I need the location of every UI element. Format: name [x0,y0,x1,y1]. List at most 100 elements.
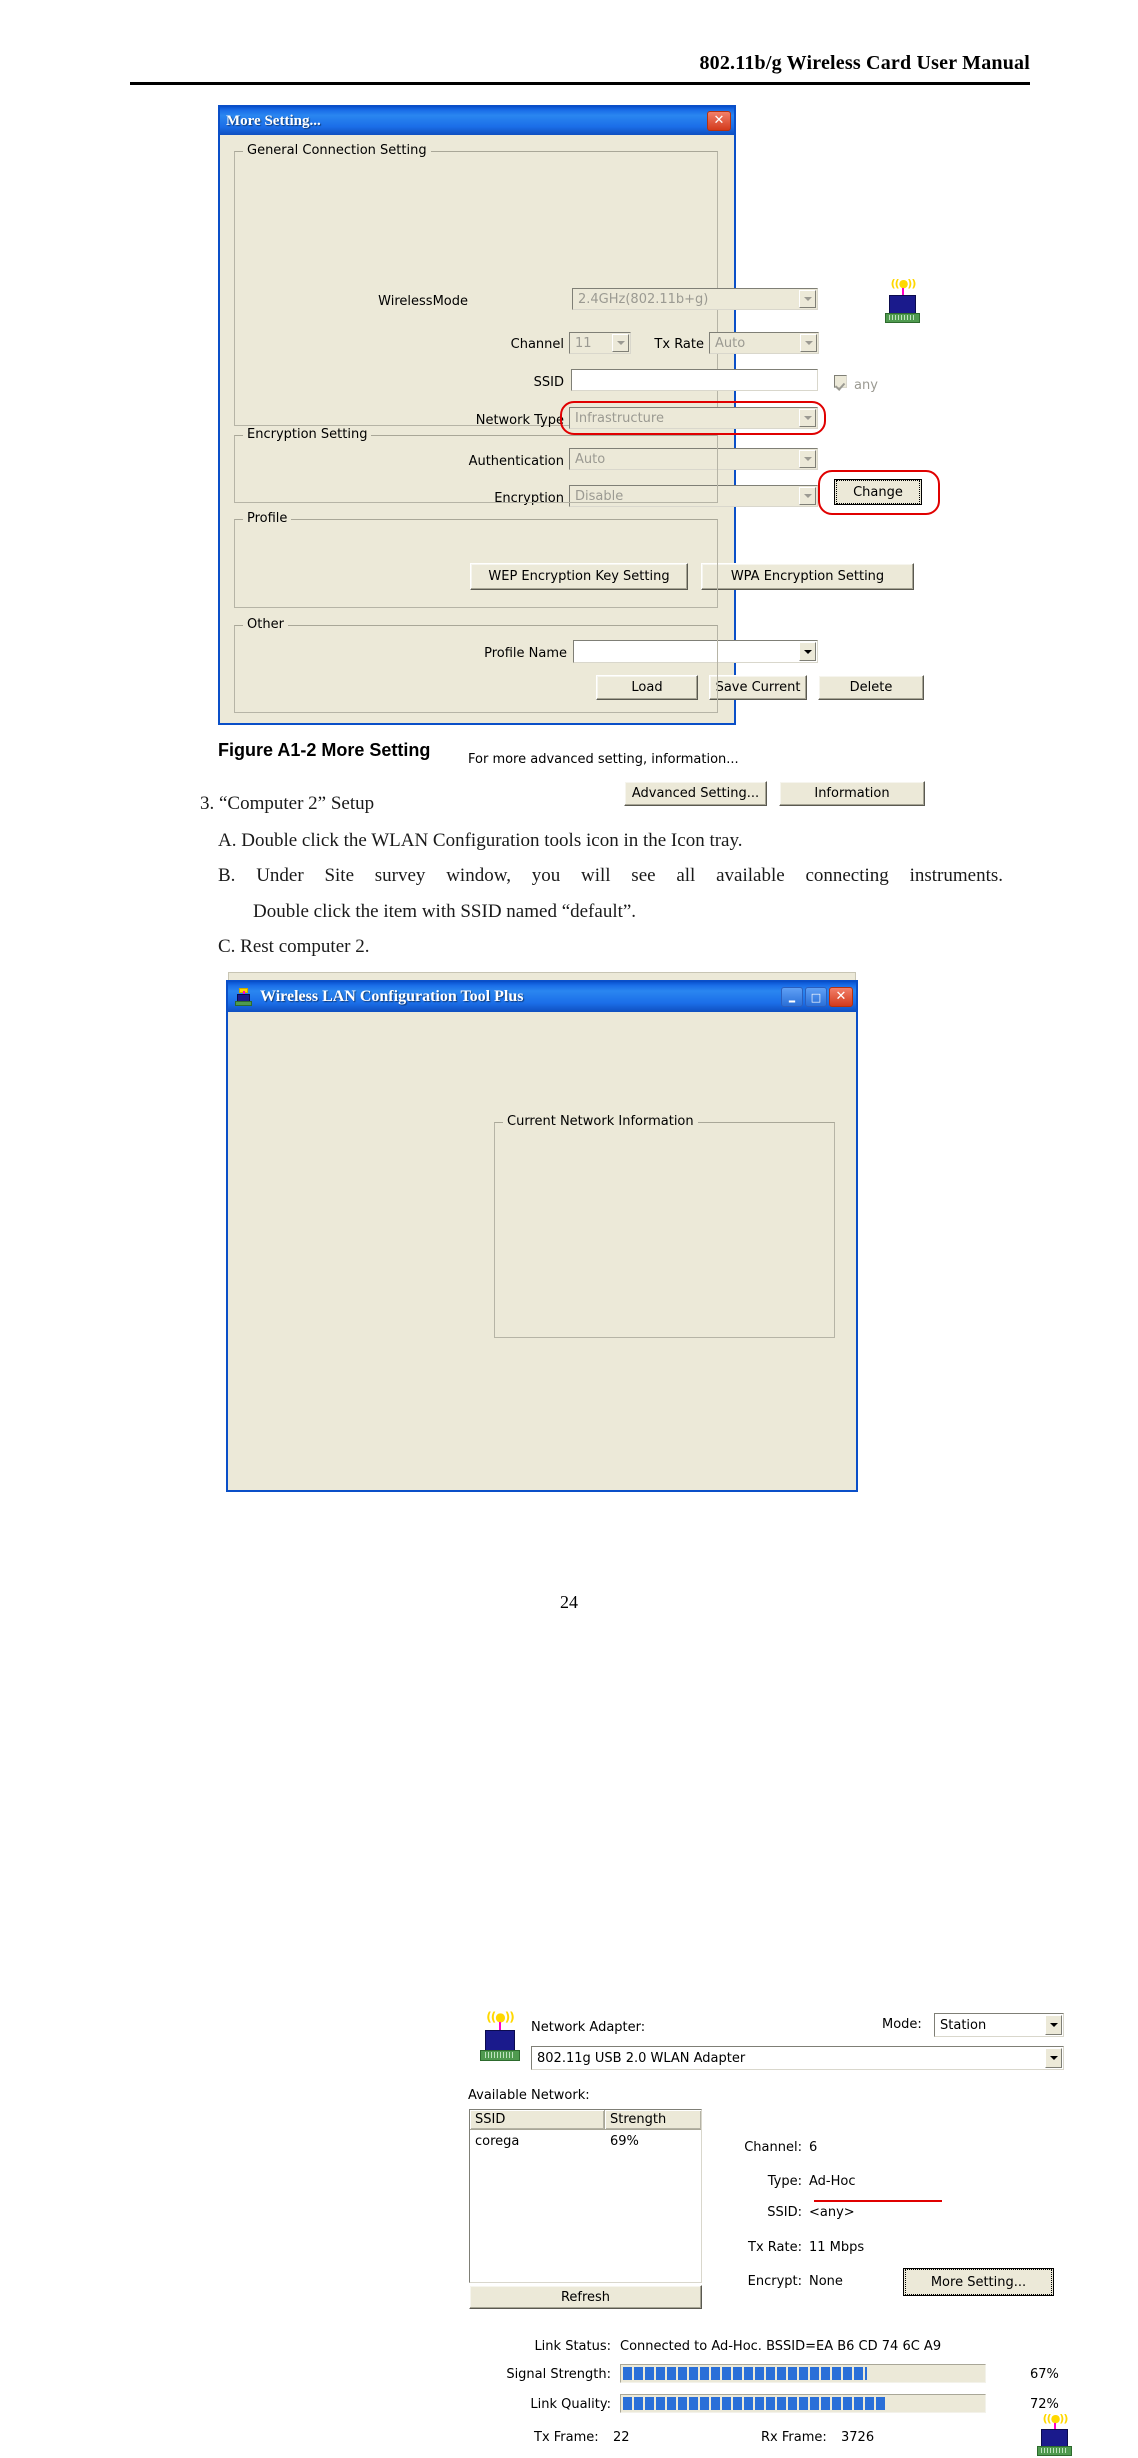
link-status-label: Link Status: [534,2339,611,2354]
other-description: For more advanced setting, information..… [468,752,739,767]
channel-value: 6 [809,2140,818,2155]
chevron-down-icon[interactable] [799,487,816,505]
page-header-rule [130,82,1030,85]
change-button-label: Change [836,480,920,504]
encryption-setting-legend: Encryption Setting [243,427,372,442]
link-status-value: Connected to Ad-Hoc. BSSID=EA B6 CD 74 6… [620,2339,942,2354]
chevron-down-icon[interactable] [799,642,816,661]
ssid-label: SSID [533,375,564,390]
wlan-tool-title: Wireless LAN Configuration Tool Plus [260,988,524,1005]
wireless-mode-value: 2.4GHz(802.11b+g) [572,288,818,310]
signal-strength-value: 67% [1030,2367,1059,2382]
signal-strength-bar [620,2364,986,2383]
change-button[interactable]: Change [834,479,922,505]
channel-label: Channel: [744,2140,802,2155]
chevron-down-icon[interactable] [1045,2048,1062,2068]
cell-strength: 69% [610,2133,639,2149]
refresh-button[interactable]: Refresh [469,2285,702,2309]
mode-label: Mode: [882,2017,922,2032]
current-network-information-legend: Current Network Information [503,1114,698,1129]
link-quality-value: 72% [1030,2397,1059,2412]
network-type-select[interactable]: Infrastructure [569,407,818,429]
chevron-down-icon[interactable] [799,409,816,427]
tx-rate-select[interactable]: Auto [709,332,819,354]
maximize-icon[interactable]: □ [805,987,827,1007]
wpa-encryption-setting-button[interactable]: WPA Encryption Setting [701,563,914,590]
rx-frame-value: 3726 [841,2430,875,2445]
close-icon[interactable]: ✕ [829,987,853,1007]
tx-rate-label: Tx Rate [654,337,704,352]
page-number: 24 [560,1592,578,1612]
tx-frame-label: Tx Frame: [534,2430,599,2445]
network-type-label: Network Type [475,413,564,428]
delete-button[interactable]: Delete [818,675,924,700]
instruction-step-a: A. Double click the WLAN Configuration t… [218,830,743,851]
save-current-button[interactable]: Save Current [709,675,807,700]
wireless-laptop-icon: ((●)) [476,2011,524,2062]
other-group: Other [234,617,718,713]
figure-caption: Figure A1-2 More Setting [218,740,431,760]
chevron-down-icon[interactable] [799,290,816,308]
type-label: Type: [767,2174,802,2189]
instruction-step-3: 3. “Computer 2” Setup [200,793,375,814]
wireless-mode-label: WirelessMode [378,294,468,309]
instruction-step-b-line1: B. Under Site survey window, you will se… [218,865,1003,886]
chevron-down-icon[interactable] [800,334,817,352]
column-header-ssid[interactable]: SSID [470,2110,605,2129]
network-type-value: Infrastructure [569,407,818,429]
cell-ssid: corega [475,2133,520,2149]
wlan-tool-titlebar[interactable]: Wireless LAN Configuration Tool Plus – □… [228,982,856,1012]
available-network-list[interactable]: SSID Strength corega 69% [469,2109,702,2283]
page-header-title: 802.11b/g Wireless Card User Manual [699,52,1030,74]
more-setting-button[interactable]: More Setting... [903,2268,1054,2296]
network-adapter-label: Network Adapter: [531,2020,646,2035]
chevron-down-icon[interactable] [799,450,816,468]
wlan-tool-app-icon [234,987,253,1007]
ssid-highlight-line [814,2200,942,2202]
advanced-setting-button[interactable]: Advanced Setting... [624,781,767,806]
encryption-setting-group: Encryption Setting [234,427,718,503]
channel-select[interactable]: 11 [569,332,631,354]
mode-select[interactable]: Station [934,2013,1064,2037]
tx-frame-value: 22 [613,2430,630,2445]
any-checkbox[interactable] [834,375,847,388]
wlan-config-tool-dialog: Wireless LAN Configuration Tool Plus – □… [226,980,1072,2456]
table-row[interactable]: corega 69% [470,2130,701,2152]
more-setting-dialog: More Setting... ✕ General Connection Set… [218,105,940,806]
profile-legend: Profile [243,511,292,526]
signal-strength-fill [623,2367,867,2380]
channel-label: Channel [510,337,564,352]
column-header-strength[interactable]: Strength [605,2110,701,2129]
any-label: any [854,378,878,393]
wireless-mode-select[interactable]: 2.4GHz(802.11b+g) [572,288,818,310]
close-icon[interactable]: ✕ [707,111,731,131]
link-quality-label: Link Quality: [530,2397,611,2412]
chevron-down-icon[interactable] [612,334,629,352]
more-setting-title: More Setting... [226,112,321,129]
signal-strength-label: Signal Strength: [506,2367,611,2382]
tx-rate-value: 11 Mbps [809,2240,865,2255]
current-network-information-group: Current Network Information [494,1114,835,1338]
encrypt-value: None [809,2274,843,2289]
more-setting-titlebar[interactable]: More Setting... ✕ [220,107,734,135]
information-button[interactable]: Information [779,781,925,806]
ssid-label: SSID: [767,2205,802,2220]
other-legend: Other [243,617,288,632]
ssid-value: <any> [809,2205,855,2220]
link-quality-bar [620,2394,986,2413]
general-connection-setting-legend: General Connection Setting [243,143,431,158]
available-network-header: SSID Strength [470,2110,701,2130]
profile-group: Profile [234,511,718,608]
network-adapter-value: 802.11g USB 2.0 WLAN Adapter [531,2046,1064,2070]
encrypt-label: Encrypt: [747,2274,802,2289]
network-adapter-select[interactable]: 802.11g USB 2.0 WLAN Adapter [531,2046,1064,2070]
ssid-input[interactable] [571,369,818,391]
more-setting-button-label: More Setting... [905,2269,1052,2295]
wireless-laptop-icon: ((●)) [882,278,924,325]
tx-rate-label: Tx Rate: [748,2240,802,2255]
rx-frame-label: Rx Frame: [761,2430,827,2445]
link-quality-fill [623,2397,886,2410]
minimize-icon[interactable]: – [781,987,803,1010]
instruction-step-b-line2: Double click the item with SSID named “d… [253,901,637,922]
chevron-down-icon[interactable] [1045,2015,1062,2035]
